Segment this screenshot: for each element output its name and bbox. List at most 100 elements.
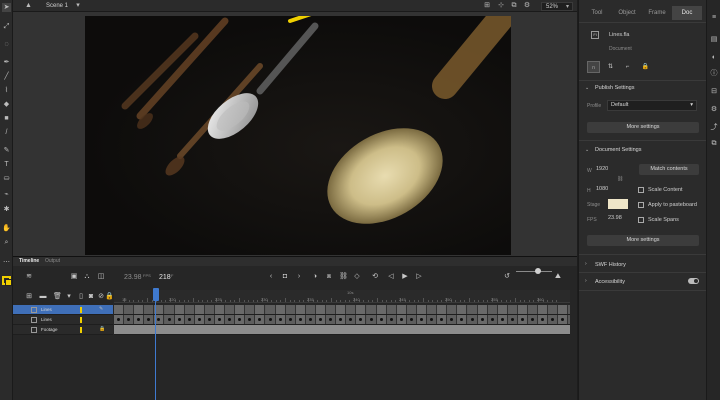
scene-dropdown-icon[interactable]: ▾ [74, 2, 82, 10]
frame-cell[interactable] [346, 305, 357, 314]
tab-tool[interactable]: Tool [583, 6, 611, 20]
frame-cell[interactable] [447, 305, 458, 314]
frame-cell[interactable] [457, 305, 468, 314]
text-tool-icon[interactable]: T [2, 160, 11, 169]
frame-cell[interactable] [316, 305, 326, 314]
frame-cell[interactable] [507, 305, 518, 314]
chevron-right-icon[interactable]: › [585, 278, 587, 284]
frames-row[interactable] [114, 305, 570, 315]
chevron-down-icon[interactable]: ⌄ [585, 147, 589, 153]
keyframe-dot[interactable] [319, 318, 322, 321]
keyframe-dot[interactable] [218, 318, 221, 321]
chevron-down-icon[interactable]: ⌄ [585, 85, 589, 91]
frame-cell[interactable] [467, 305, 478, 314]
keyframe-dot[interactable] [288, 318, 292, 321]
lasso-tool-icon[interactable]: ◌ [2, 40, 11, 49]
apply-to-pasteboard-checkbox[interactable] [638, 202, 644, 208]
stage-color-swatch[interactable] [608, 199, 628, 209]
keyframe-dot[interactable] [379, 318, 383, 321]
center-stage-icon[interactable]: ⊹ [497, 2, 505, 10]
scale-content-checkbox[interactable] [638, 187, 644, 193]
keyframe-dot[interactable] [409, 318, 413, 321]
frame-cell[interactable] [114, 305, 124, 314]
frame-cell[interactable] [265, 305, 276, 314]
frame-cell[interactable] [144, 305, 155, 314]
frame-cell[interactable] [558, 305, 569, 314]
keyframe-dot[interactable] [187, 318, 191, 321]
more-settings-button[interactable]: More settings [587, 122, 699, 133]
frame-cell[interactable] [275, 305, 286, 314]
info-panel-icon[interactable]: ⓘ [710, 70, 718, 78]
selection-tool-icon[interactable]: ➤ [2, 3, 11, 12]
frame-cell[interactable] [406, 305, 417, 314]
brush-tool-icon[interactable]: ╱ [2, 72, 11, 81]
link-dimensions-icon[interactable]: ⛓ [617, 176, 623, 182]
frame-cell[interactable] [174, 305, 185, 314]
properties-panel-icon[interactable]: ≡ [710, 14, 718, 22]
align-panel-icon[interactable]: ⊟ [710, 88, 718, 96]
pencil-tool-icon[interactable]: ✎ [2, 146, 11, 155]
keyframe-dot[interactable] [207, 318, 211, 321]
frame-cell[interactable] [215, 305, 225, 314]
frame-cell[interactable] [518, 305, 528, 314]
frame-cell[interactable] [285, 305, 296, 314]
clip-icon[interactable]: ⧉ [510, 2, 518, 10]
publish-settings-header[interactable]: Publish Settings [595, 85, 634, 91]
keyframe-dot[interactable] [389, 318, 393, 321]
keyframe-dot[interactable] [399, 318, 403, 321]
frame-cell[interactable] [366, 305, 377, 314]
assets-panel-icon[interactable]: ⧉ [710, 140, 718, 148]
frame-cell[interactable] [326, 305, 337, 314]
tab-object[interactable]: Object [612, 6, 642, 20]
frame-cell[interactable] [356, 305, 367, 314]
library-panel-icon[interactable]: ▤ [710, 36, 718, 44]
stage-canvas[interactable] [85, 16, 511, 255]
keyframe-dot[interactable] [278, 318, 282, 321]
keyframe-dot[interactable] [420, 318, 423, 321]
stage-pasteboard[interactable] [13, 12, 577, 256]
components-panel-icon[interactable]: ⚙ [710, 106, 718, 114]
subselection-tool-icon[interactable]: ⤢ [2, 22, 11, 31]
frame-cell[interactable] [396, 305, 407, 314]
frame-cell[interactable] [427, 305, 438, 314]
keyframe-dot[interactable] [268, 318, 272, 321]
frame-cell[interactable] [386, 305, 397, 314]
scene-label[interactable]: Scene 1 [46, 3, 68, 9]
keyframe-dot[interactable] [298, 318, 302, 321]
scale-spans-checkbox[interactable] [638, 217, 644, 223]
fps-value[interactable]: 23.98 [608, 215, 622, 221]
frame-cell[interactable] [255, 305, 266, 314]
frame-cell[interactable] [376, 305, 387, 314]
accessibility-header[interactable]: Accessibility [595, 279, 625, 285]
frame-grid[interactable] [13, 257, 577, 400]
frame-cell[interactable] [477, 305, 488, 314]
frame-cell[interactable] [538, 305, 549, 314]
edit-symbols-icon[interactable]: ⊞ [483, 2, 491, 10]
frame-cell[interactable] [184, 305, 195, 314]
frame-cell[interactable] [417, 305, 427, 314]
snap-to-objects-icon[interactable]: ∩ [587, 61, 600, 73]
fill-color-swatch[interactable] [5, 279, 12, 286]
frames-row[interactable] [114, 325, 570, 335]
frame-cell[interactable] [528, 305, 539, 314]
keyframe-dot[interactable] [480, 318, 484, 321]
frame-cell[interactable] [194, 305, 205, 314]
keyframe-dot[interactable] [308, 318, 312, 321]
frame-cell[interactable] [235, 305, 246, 314]
line-tool-icon[interactable]: / [2, 128, 11, 137]
frame-cell[interactable] [204, 305, 215, 314]
frame-cell[interactable] [497, 305, 508, 314]
more-settings-button[interactable]: More settings [587, 235, 699, 246]
keyframe-dot[interactable] [197, 318, 201, 321]
keyframe-dot[interactable] [117, 318, 120, 321]
lock-guides-icon[interactable]: 🔒 [639, 61, 652, 73]
frame-cell[interactable] [487, 305, 498, 314]
keyframe-dot[interactable] [177, 318, 181, 321]
frame-cell[interactable] [437, 305, 448, 314]
keyframe-dot[interactable] [500, 318, 504, 321]
height-value[interactable]: 1080 [596, 186, 608, 192]
frame-cell[interactable] [225, 305, 236, 314]
frame-cell[interactable] [164, 305, 175, 314]
snap-align-icon[interactable]: ⌐ [621, 61, 634, 73]
color-panel-icon[interactable]: ◐ [710, 54, 718, 62]
